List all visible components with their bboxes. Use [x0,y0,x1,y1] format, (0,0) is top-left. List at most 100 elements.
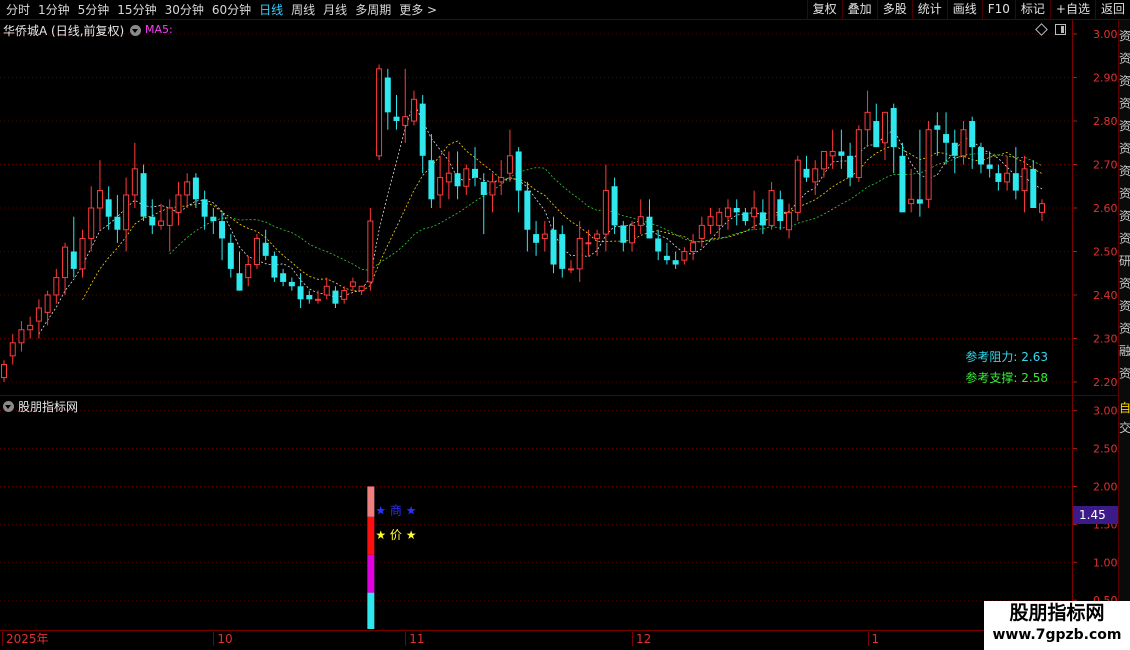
candle-body [1,364,7,379]
period-tab[interactable]: 月线 [319,0,351,20]
candle-body [951,142,958,156]
strip-char: 资 [1119,52,1130,66]
toolbar-button[interactable]: F10 [981,0,1015,20]
candle-body [96,190,103,209]
toolbar-button[interactable]: 多股 [876,0,912,20]
candle-body [140,173,147,217]
indicator-title: 股朋指标网 [18,400,79,414]
candle-body [489,181,496,196]
axis-label: 3.00 [1093,28,1118,41]
candle-body [70,251,77,269]
strip-char: 资 [1119,164,1130,178]
period-tab[interactable]: 15分钟 [113,0,160,20]
period-tab[interactable]: 30分钟 [161,0,208,20]
candle-body [847,155,854,178]
candle-body [655,238,662,252]
watermark-title: 股朋指标网 [1009,602,1105,624]
indicator-header: 股朋指标网 [3,398,78,415]
candle-body [803,168,810,178]
ma5-label: MA5: [145,23,173,36]
candle-body [262,242,269,256]
toolbar-button[interactable]: 叠加 [841,0,877,20]
candle-body [567,268,574,271]
candle-body [707,216,714,226]
candle-body [175,194,182,213]
candle-body [341,290,348,300]
axis-label: 2.40 [1093,289,1118,302]
info-strip[interactable]: 资资资资资资资资资资研资资资融资自交 [1118,20,1130,630]
candle-body [742,212,749,222]
candle-body [576,237,583,270]
candle-body [620,225,627,243]
signal-text-jia: ★ 价 ★ [375,528,416,542]
candle-body [995,173,1002,182]
period-tab[interactable]: 分时 [2,0,34,20]
candle-body [158,220,165,226]
candle-body [184,181,191,196]
toolbar-button[interactable]: +自选 [1049,0,1095,20]
ma-dropdown-icon[interactable] [130,25,141,36]
support-readout: 参考支撑: 2.58 [965,369,1048,386]
candle-body [480,181,487,195]
strip-char: 资 [1119,187,1130,201]
period-tab[interactable]: 周线 [287,0,319,20]
candle-body [376,68,383,157]
strip-char: 资 [1119,232,1130,246]
candle-body [925,129,932,200]
price-chart-panel[interactable]: 华侨城A (日线,前复权) MA5: 参考阻力: 2.63 参考支撑: 2.58 [0,21,1072,395]
candle-body [437,177,444,196]
current-value-tag: 1.45 [1073,506,1118,524]
period-tab[interactable]: 更多 > [395,0,441,20]
candle-body [445,172,452,183]
period-tab[interactable]: 1分钟 [34,0,74,20]
candle-body [759,212,766,226]
candle-body [236,273,243,291]
axis-label: 2.20 [1093,376,1118,389]
layout-toggle-icon[interactable] [1055,24,1066,35]
toolbar-button[interactable]: 标记 [1014,0,1050,20]
candle-body [916,199,923,204]
candle-body [114,216,121,230]
price-axis: 3.00 2.90 2.80 2.70 2.60 2.50 2.40 2.30 2.20 3.00… [1073,28,1118,607]
toolbar-button[interactable]: 复权 [806,0,842,20]
period-tab[interactable]: 60分钟 [208,0,255,20]
period-tab[interactable]: 日线 [255,0,287,20]
axis-label: 1.00 [1093,556,1118,569]
strip-char: 资 [1119,277,1130,291]
watermark-url: www.7gpzb.com [992,627,1122,643]
candle-body [585,242,592,245]
period-tab[interactable]: 5分钟 [74,0,114,20]
candle-body [506,155,513,174]
candlestick-chart[interactable] [0,21,1072,395]
toolbar-button[interactable]: 返回 [1094,0,1130,20]
candle-body [288,281,295,287]
candle-body [79,237,86,270]
resistance-label: 参考阻力: [965,350,1018,364]
candle-body [672,260,679,265]
tool-buttons: 复权 叠加 多股 统计 画线 F10 标记 +自选 返回 [806,0,1130,20]
candle-body [454,173,461,187]
candle-body [18,329,25,344]
date-label: 10 [213,632,233,646]
indicator-panel[interactable]: ★ 商 ★ ★ 价 ★ 股朋指标网 [0,397,1072,629]
date-axis: 2025年10111212 [0,630,1130,650]
strip-char: 资 [1119,299,1130,313]
indicator-dropdown-icon[interactable] [3,401,14,412]
candle-body [960,129,967,157]
toolbar-button[interactable]: 统计 [911,0,947,20]
strip-char: 资 [1119,74,1130,88]
period-tab[interactable]: 多周期 [351,0,395,20]
panel-divider[interactable] [0,395,1130,396]
axis-label: 2.80 [1093,115,1118,128]
support-label: 参考支撑: [965,371,1018,385]
strip-char: 资 [1119,367,1130,381]
candle-body [192,177,199,200]
indicator-chart[interactable]: ★ 商 ★ ★ 价 ★ [0,397,1072,629]
candle-body [515,151,522,191]
watermark-logo: 股朋指标网 www.7gpzb.com [984,601,1130,650]
axis-label: 2.90 [1093,72,1118,85]
toolbar-button[interactable]: 画线 [946,0,982,20]
candle-body [9,342,16,357]
candle-body [986,164,993,169]
axis-label: 2.50 [1093,245,1118,258]
